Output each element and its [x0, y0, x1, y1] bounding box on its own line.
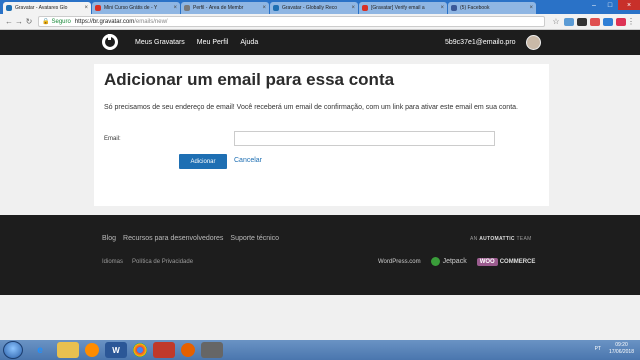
menu-icon[interactable]: ⋮	[626, 17, 636, 26]
site-header: Meus Gravatars Meu Perfil Ajuda 5b9c37e1…	[0, 30, 640, 55]
nav-meus-gravatars[interactable]: Meus Gravatars	[135, 39, 185, 46]
close-icon[interactable]: ×	[440, 5, 444, 11]
tab-favicon	[362, 5, 368, 11]
tab-label: Gravatar - Avatares Glo	[15, 5, 68, 11]
cancel-link[interactable]: Cancelar	[234, 157, 262, 164]
add-email-card: Adicionar um email para essa conta Só pr…	[94, 64, 549, 206]
tab-label: Mini Curso Grátis de - Y	[104, 5, 158, 11]
tab-favicon	[451, 5, 457, 11]
browser-toolbar: ← → ↻ 🔒 Seguro https://br.gravatar.com/e…	[0, 14, 640, 30]
reload-icon[interactable]: ↻	[24, 17, 34, 26]
woocommerce-label: COMMERCE	[499, 258, 536, 265]
tab-label: Perfil - Área de Membr	[193, 5, 244, 11]
window-controls: – □ ×	[586, 0, 640, 10]
page-description: Só precisamos de seu endereço de email! …	[104, 104, 518, 111]
extension-icon[interactable]	[577, 17, 587, 26]
clock-time: 09:20	[615, 342, 628, 348]
extension-icon[interactable]	[564, 17, 574, 26]
tab-favicon	[273, 5, 279, 11]
wordpress-link[interactable]: WordPress.com	[378, 259, 421, 265]
tab-label: [Gravatar] Verify email a	[371, 5, 425, 11]
forward-icon[interactable]: →	[14, 17, 24, 26]
browser-tabstrip: Gravatar - Avatares Glo × Mini Curso Grát…	[0, 0, 640, 14]
automattic-name: AUTOMATTIC	[479, 236, 515, 242]
word-icon[interactable]: W	[105, 342, 127, 358]
maximize-icon[interactable]: □	[602, 0, 618, 10]
footer-link-blog[interactable]: Blog	[102, 235, 116, 242]
start-button[interactable]	[3, 341, 23, 359]
page-title: Adicionar um email para essa conta	[104, 70, 395, 89]
automattic-brand[interactable]: AN AUTOMATTIC TEAM	[470, 236, 532, 242]
star-icon[interactable]: ☆	[551, 17, 561, 26]
main-nav: Meus Gravatars Meu Perfil Ajuda	[135, 39, 270, 46]
firefox-icon[interactable]	[181, 343, 195, 357]
jetpack-link[interactable]: Jetpack	[443, 258, 467, 265]
footer-secondary-links: Idiomas Política de Privacidade	[102, 259, 202, 265]
clock[interactable]: 09:20 17/06/2018	[609, 342, 634, 356]
close-window-icon[interactable]: ×	[618, 0, 640, 10]
automattic-an: AN	[470, 236, 478, 242]
browser-tab[interactable]: Perfil - Área de Membr ×	[181, 2, 269, 14]
user-email[interactable]: 5b9c37e1@emailo.pro	[445, 39, 516, 46]
browser-tab[interactable]: Gravatar - Avatares Glo ×	[3, 2, 91, 14]
jetpack-icon	[430, 257, 440, 266]
close-icon[interactable]: ×	[351, 5, 355, 11]
tab-label: (5) Facebook	[460, 5, 490, 11]
browser-tab[interactable]: [Gravatar] Verify email a ×	[359, 2, 447, 14]
close-icon[interactable]: ×	[84, 5, 88, 11]
language-indicator[interactable]: PT	[595, 346, 601, 352]
clock-date: 17/06/2018	[608, 349, 634, 355]
close-icon[interactable]: ×	[529, 5, 533, 11]
media-player-icon[interactable]	[85, 343, 99, 357]
footer-link-support[interactable]: Suporte técnico	[230, 235, 279, 242]
tab-favicon	[95, 5, 101, 11]
ie-icon[interactable]: e	[29, 342, 51, 358]
footer-links: Blog Recursos para desenvolvedores Supor…	[102, 235, 286, 242]
chrome-icon[interactable]	[133, 343, 147, 357]
tab-favicon	[184, 5, 190, 11]
email-label: Email:	[104, 136, 121, 142]
footer-brands: WordPress.com Jetpack WOO COMMERCE	[378, 257, 535, 266]
tab-favicon	[6, 5, 12, 11]
browser-tab[interactable]: Mini Curso Grátis de - Y ×	[92, 2, 180, 14]
close-icon[interactable]: ×	[262, 5, 266, 11]
url-host: https://br.gravatar.com	[74, 18, 135, 25]
gravatar-logo-icon[interactable]	[102, 34, 118, 50]
nav-ajuda[interactable]: Ajuda	[240, 39, 258, 46]
automattic-team: TEAM	[516, 236, 532, 242]
url-path: /emails/new/	[134, 18, 168, 25]
address-bar[interactable]: 🔒 Seguro https://br.gravatar.com/emails/…	[38, 16, 545, 27]
extension-icon[interactable]	[616, 17, 626, 26]
tab-label: Gravatar - Globally Reco	[282, 5, 338, 11]
app-icon[interactable]	[201, 342, 223, 358]
woo-logo[interactable]: WOO	[476, 257, 498, 266]
secure-label: Seguro	[51, 18, 71, 25]
close-icon[interactable]: ×	[173, 5, 177, 11]
add-button[interactable]: Adicionar	[179, 154, 227, 169]
footer-link-privacy[interactable]: Política de Privacidade	[132, 259, 193, 265]
taskbar: e W PT 09:20 17/06/2018	[0, 340, 640, 360]
site-footer: Blog Recursos para desenvolvedores Supor…	[0, 215, 640, 295]
system-tray: PT 09:20 17/06/2018	[595, 342, 634, 356]
extension-icon[interactable]	[590, 17, 600, 26]
explorer-icon[interactable]	[57, 342, 79, 358]
email-field[interactable]	[234, 131, 495, 146]
minimize-icon[interactable]: –	[586, 0, 602, 10]
lock-icon: 🔒	[42, 19, 50, 25]
app-icon[interactable]	[153, 342, 175, 358]
nav-meu-perfil[interactable]: Meu Perfil	[197, 39, 229, 46]
extension-icon[interactable]	[603, 17, 613, 26]
avatar[interactable]	[526, 35, 541, 50]
footer-link-languages[interactable]: Idiomas	[102, 259, 123, 265]
back-icon[interactable]: ←	[4, 17, 14, 26]
browser-tab[interactable]: Gravatar - Globally Reco ×	[270, 2, 358, 14]
browser-tab[interactable]: (5) Facebook ×	[448, 2, 536, 14]
footer-link-developers[interactable]: Recursos para desenvolvedores	[123, 235, 223, 242]
